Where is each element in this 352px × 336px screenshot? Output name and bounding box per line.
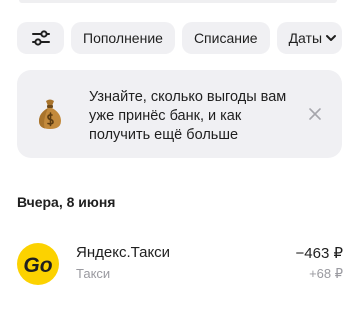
promo-banner[interactable]: Узнайте, сколько выгоды вам уже принёс б… bbox=[17, 70, 342, 158]
top-divider bbox=[19, 0, 337, 3]
sliders-icon bbox=[31, 30, 50, 46]
filter-chip-topup[interactable]: Пополнение bbox=[71, 22, 175, 54]
svg-text:Go: Go bbox=[23, 254, 52, 277]
transaction-category: Такси bbox=[76, 266, 111, 281]
yandex-go-logo: Go bbox=[17, 243, 59, 285]
filter-chip-dates[interactable]: Даты bbox=[276, 22, 343, 54]
filter-chip-dates-label: Даты bbox=[288, 30, 323, 46]
close-icon[interactable] bbox=[308, 107, 322, 121]
transaction-amount: −463 ₽ bbox=[295, 245, 344, 262]
money-bag-icon bbox=[39, 99, 61, 129]
chevron-down-icon bbox=[326, 35, 337, 41]
transaction-merchant: Яндекс.Такси bbox=[76, 244, 171, 261]
promo-text: Узнайте, сколько выгоды вам уже принёс б… bbox=[89, 89, 287, 143]
date-group-header: Вчера, 8 июня bbox=[17, 194, 116, 210]
operations-screen: Пополнение Списание Даты Узнайте, скольк… bbox=[0, 0, 352, 336]
transaction-row[interactable]: Go Яндекс.Такси Такси −463 ₽ +68 ₽ bbox=[17, 243, 343, 285]
filter-bar: Пополнение Списание Даты bbox=[17, 22, 343, 54]
transaction-cashback: +68 ₽ bbox=[309, 266, 343, 281]
filter-chip-debit[interactable]: Списание bbox=[181, 22, 270, 54]
filter-settings-button[interactable] bbox=[17, 22, 64, 54]
